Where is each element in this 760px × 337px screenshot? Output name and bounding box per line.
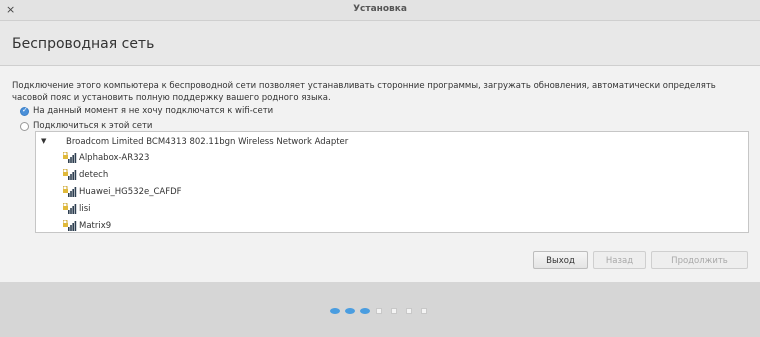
radio-unchecked-icon[interactable]	[20, 122, 29, 131]
network-name: lisi	[79, 204, 91, 214]
main-content: Подключение этого компьютера к беспровод…	[0, 66, 760, 282]
network-name: Matrix9	[79, 221, 112, 231]
installer-window: × Установка Беспроводная сеть Подключени…	[0, 0, 760, 337]
network-item[interactable]: detech	[36, 167, 748, 183]
wifi-secured-icon	[63, 220, 77, 231]
progress-dot-done	[345, 308, 355, 314]
progress-dot-done	[360, 308, 370, 314]
wifi-secured-icon	[63, 152, 77, 163]
network-name: Huawei_HG532e_CAFDF	[79, 187, 182, 197]
radio-checked-icon[interactable]	[20, 106, 29, 116]
description-text: Подключение этого компьютера к беспровод…	[12, 81, 716, 103]
title-bar: × Установка	[0, 0, 760, 21]
progress-dot-pending	[421, 308, 427, 314]
adapter-name: Broadcom Limited BCM4313 802.11bgn Wirel…	[66, 137, 349, 147]
back-button[interactable]: Назад	[593, 251, 646, 269]
expand-arrow-icon[interactable]: ▼	[41, 137, 46, 145]
page-header: Беспроводная сеть	[0, 21, 760, 66]
page-title: Беспроводная сеть	[12, 36, 155, 52]
network-item[interactable]: Huawei_HG532e_CAFDF	[36, 184, 748, 200]
network-item[interactable]: Matrix9	[36, 218, 748, 232]
wifi-secured-icon	[63, 186, 77, 197]
option-no-wifi-label: На данный момент я не хочу подключатся к…	[33, 106, 274, 116]
network-list[interactable]: ▼ Broadcom Limited BCM4313 802.11bgn Wir…	[35, 131, 749, 233]
network-name: Alphabox-AR323	[79, 153, 150, 163]
network-item[interactable]: lisi	[36, 201, 748, 217]
continue-button[interactable]: Продолжить	[651, 251, 748, 269]
footer	[0, 282, 760, 337]
adapter-row[interactable]: ▼ Broadcom Limited BCM4313 802.11bgn Wir…	[36, 135, 748, 149]
network-name: detech	[79, 170, 109, 180]
progress-dot-done	[330, 308, 340, 314]
wifi-secured-icon	[63, 203, 77, 214]
progress-dot-pending	[376, 308, 382, 314]
progress-dot-pending	[406, 308, 412, 314]
wifi-secured-icon	[63, 169, 77, 180]
option-connect-label: Подключиться к этой сети	[33, 121, 153, 131]
progress-indicator	[330, 308, 440, 316]
quit-button[interactable]: Выход	[533, 251, 588, 269]
progress-dot-pending	[391, 308, 397, 314]
network-item[interactable]: Alphabox-AR323	[36, 150, 748, 166]
window-title: Установка	[353, 4, 407, 14]
